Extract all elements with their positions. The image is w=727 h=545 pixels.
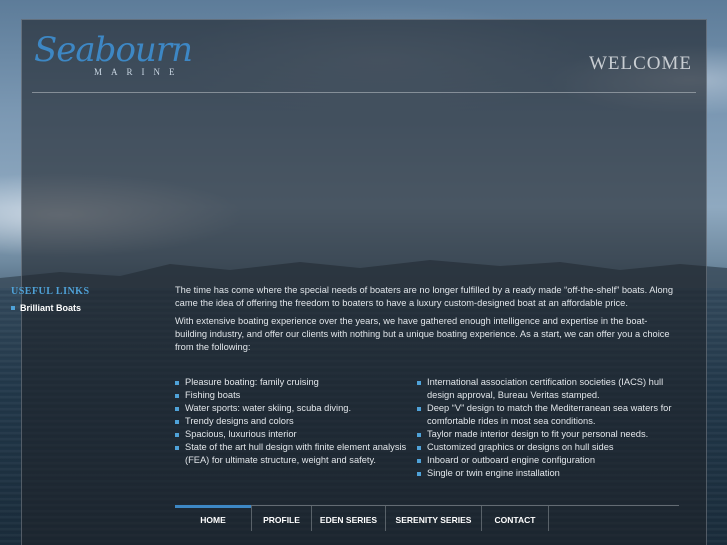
list-item: Trendy designs and colors [175, 415, 417, 428]
nav-serenity-series[interactable]: SERENITY SERIES [385, 506, 481, 531]
intro-text: The time has come where the special need… [175, 284, 675, 359]
bullet-icon [417, 433, 421, 437]
nav-contact[interactable]: CONTACT [481, 506, 549, 531]
list-item: Fishing boats [175, 389, 417, 402]
link-brilliant-boats[interactable]: Brilliant Boats [11, 303, 161, 313]
bullet-icon [175, 381, 179, 385]
bullet-icon [417, 381, 421, 385]
list-item: Customized graphics or designs on hull s… [417, 441, 675, 454]
logo-subtitle: MARINE [94, 67, 184, 77]
list-item: Inboard or outboard engine configuration [417, 454, 675, 467]
feature-text: Deep “V” design to match the Mediterrane… [427, 403, 672, 426]
feature-text: Water sports: water skiing, scuba diving… [185, 403, 352, 413]
list-item: Water sports: water skiing, scuba diving… [175, 402, 417, 415]
useful-links-title: USEFUL LINKS [11, 286, 90, 297]
feature-text: Inboard or outboard engine configuration [427, 455, 595, 465]
feature-text: Trendy designs and colors [185, 416, 294, 426]
bullet-icon [417, 459, 421, 463]
features-list: Pleasure boating: family cruising Fishin… [175, 376, 675, 480]
list-item: Single or twin engine installation [417, 467, 675, 480]
logo-script: Seabourn [34, 30, 193, 70]
bullet-icon [175, 446, 179, 450]
link-label: Brilliant Boats [20, 303, 82, 313]
page-title: WELCOME [588, 53, 692, 74]
bullet-icon [175, 420, 179, 424]
list-item: Spacious, luxurious interior [175, 428, 417, 441]
feature-text: International association certification … [427, 377, 664, 400]
bullet-icon [175, 433, 179, 437]
features-right-column: International association certification … [417, 376, 675, 480]
feature-text: Pleasure boating: family cruising [185, 377, 319, 387]
bullet-icon [417, 407, 421, 411]
feature-text: Taylor made interior design to fit your … [427, 429, 649, 439]
feature-text: Fishing boats [185, 390, 241, 400]
feature-text: State of the art hull design with finite… [185, 442, 407, 465]
useful-links: USEFUL LINKS Brilliant Boats [11, 286, 161, 313]
nav-eden-series[interactable]: EDEN SERIES [311, 506, 385, 531]
intro-paragraph-1: The time has come where the special need… [175, 285, 674, 308]
bullet-icon [417, 446, 421, 450]
list-item: International association certification … [417, 376, 675, 402]
nav-profile[interactable]: PROFILE [251, 506, 311, 531]
list-item: Pleasure boating: family cruising [175, 376, 417, 389]
bullet-icon [417, 472, 421, 476]
nav-home[interactable]: HOME [175, 505, 251, 531]
bullet-icon [11, 306, 15, 310]
list-item: Taylor made interior design to fit your … [417, 428, 675, 441]
feature-text: Single or twin engine installation [427, 468, 560, 478]
seabourn-logo[interactable]: Seabourn MARINE [34, 30, 204, 88]
feature-text: Spacious, luxurious interior [185, 429, 297, 439]
intro-paragraph-2: With extensive boating experience over t… [175, 316, 670, 352]
header-divider [32, 92, 696, 93]
bullet-icon [175, 407, 179, 411]
list-item: Deep “V” design to match the Mediterrane… [417, 402, 675, 428]
main-nav: HOME PROFILE EDEN SERIES SERENITY SERIES… [175, 505, 679, 531]
list-item: State of the art hull design with finite… [175, 441, 417, 467]
features-left-column: Pleasure boating: family cruising Fishin… [175, 376, 417, 480]
feature-text: Customized graphics or designs on hull s… [427, 442, 614, 452]
bullet-icon [175, 394, 179, 398]
